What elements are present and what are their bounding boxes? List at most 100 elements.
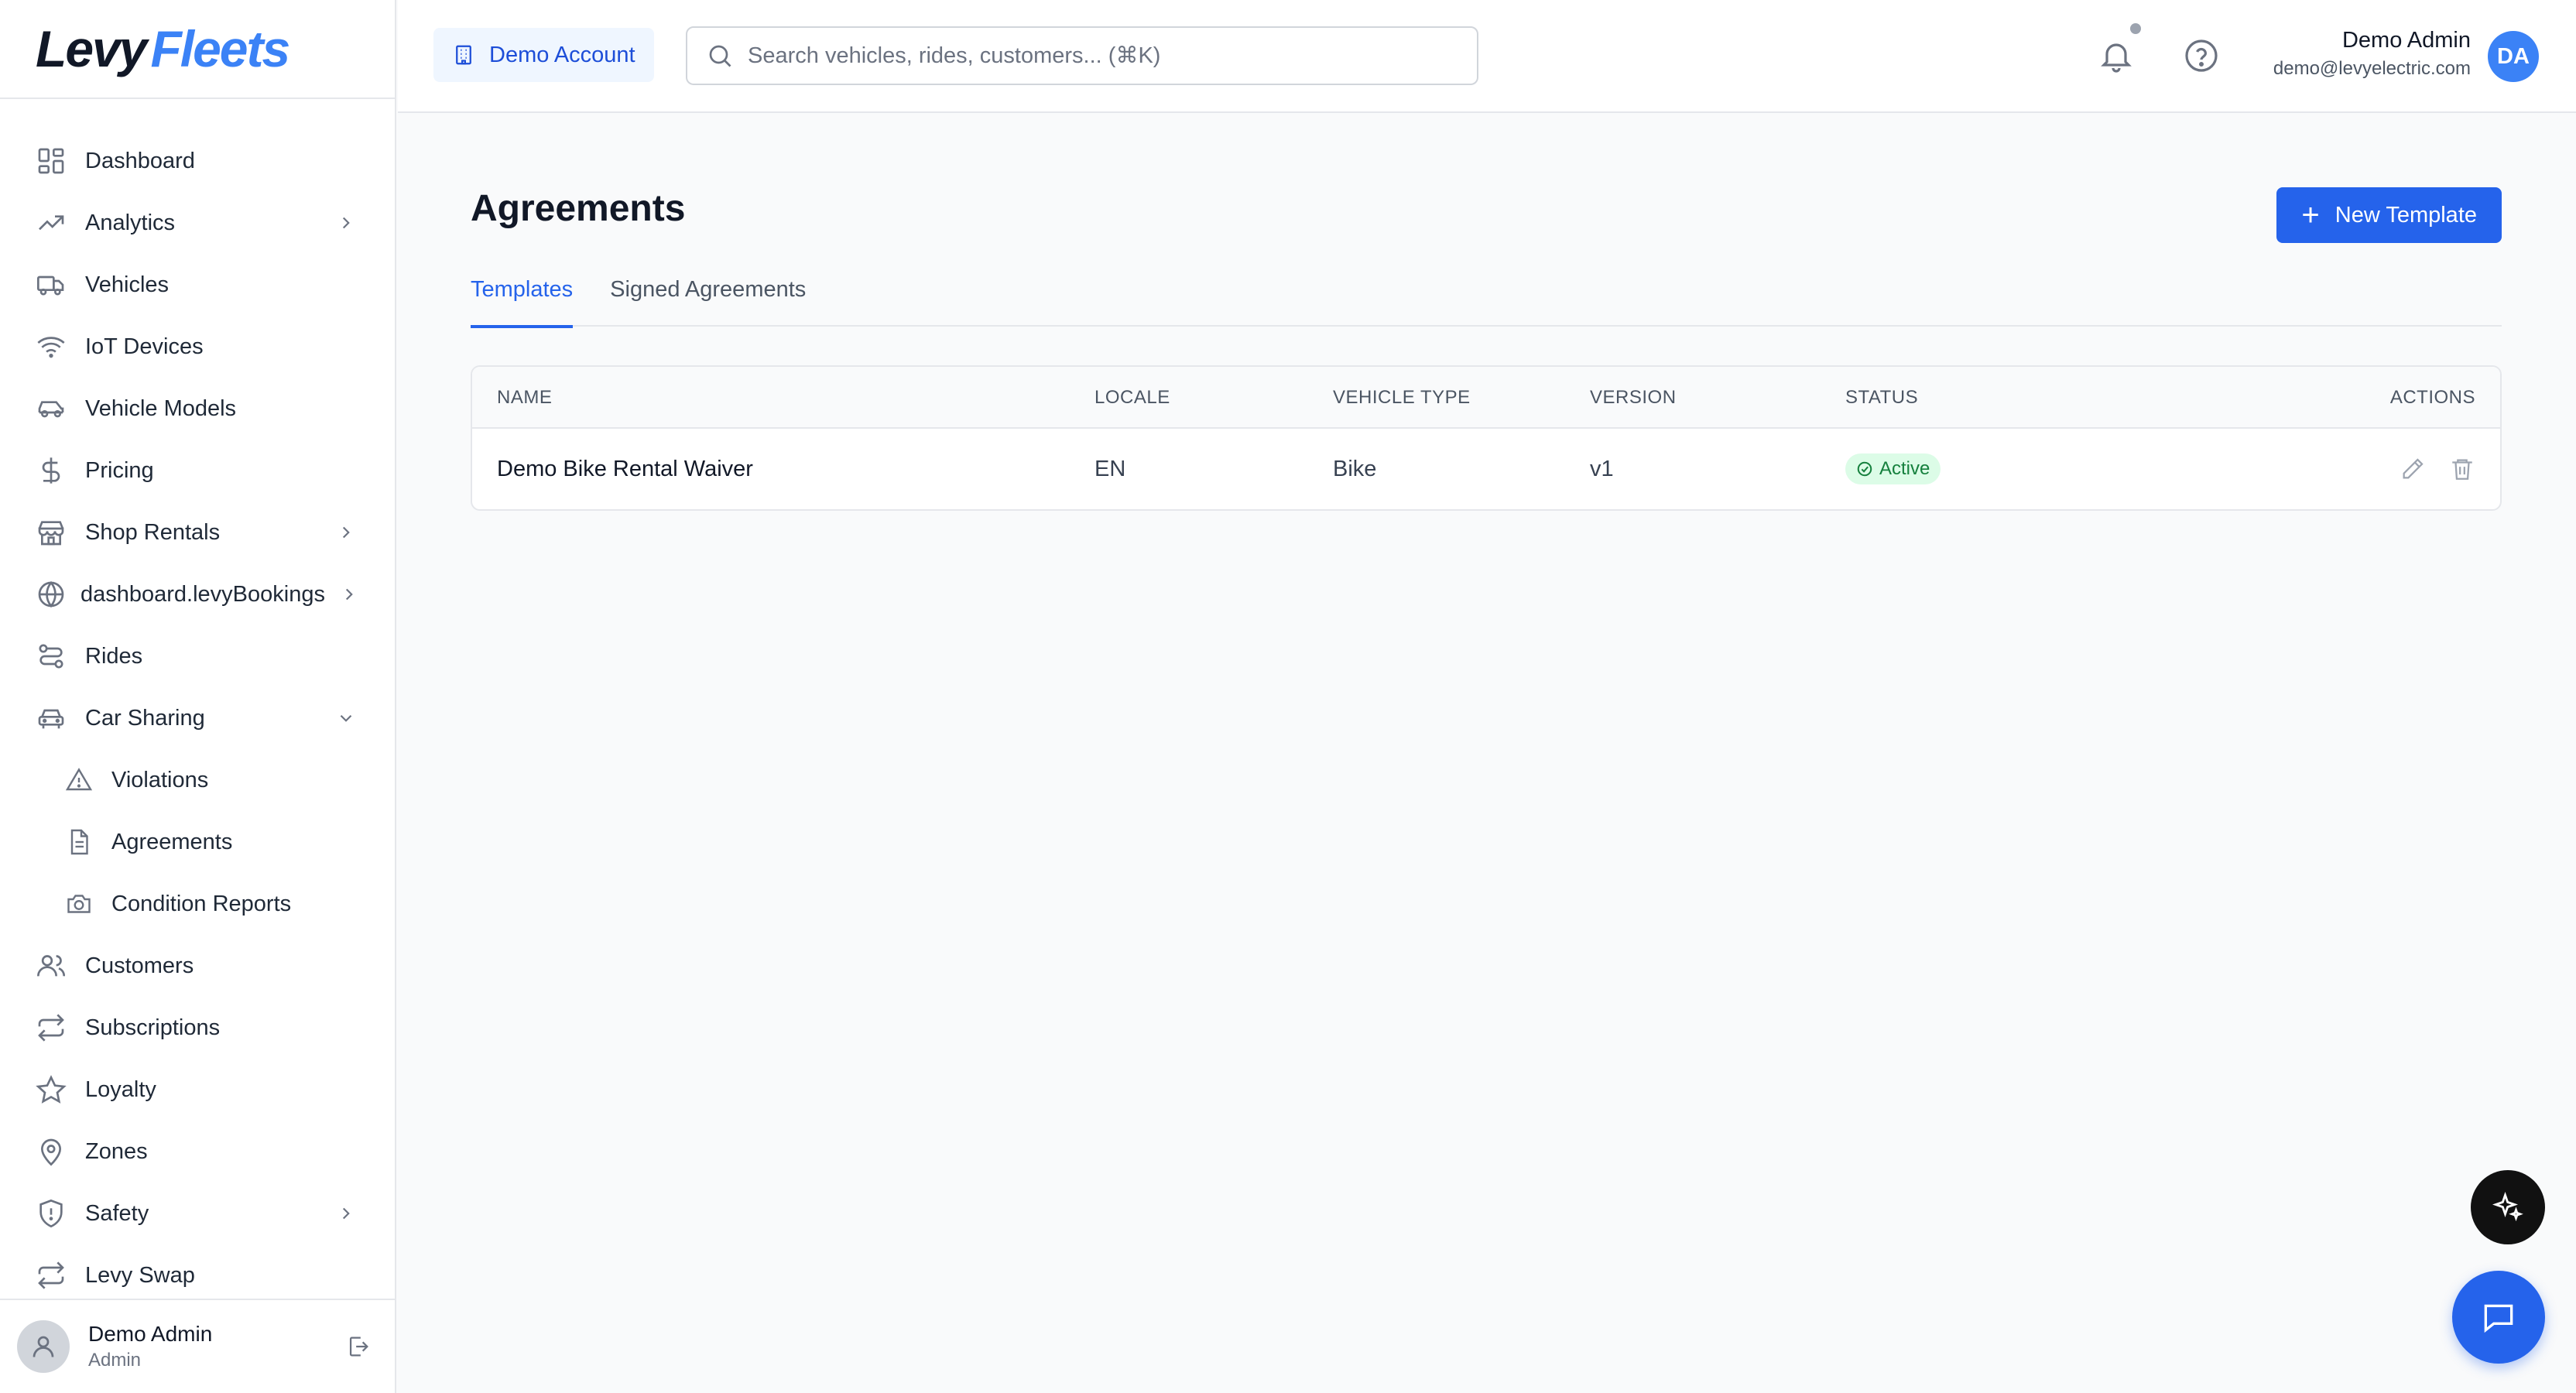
edit-icon[interactable] [2400, 456, 2426, 482]
sidebar-item-bookings[interactable]: dashboard.levyBookings [0, 563, 395, 625]
sparkles-icon [2492, 1191, 2523, 1222]
store-icon [36, 517, 67, 548]
sidebar-item-loyalty[interactable]: Loyalty [0, 1059, 395, 1121]
sidebar-item-label: Safety [85, 1200, 149, 1226]
sidebar-item-label: Vehicle Models [85, 395, 237, 421]
sidebar-item-safety[interactable]: Safety [0, 1183, 395, 1244]
sidebar-item-shop-rentals[interactable]: Shop Rentals [0, 501, 395, 563]
search-input[interactable] [748, 43, 1444, 69]
footer-user-name: Demo Admin [88, 1322, 213, 1346]
sidebar-nav: Dashboard Analytics Vehicles IoT Devices… [0, 130, 395, 1306]
user-icon [33, 1336, 54, 1357]
logo-area: LevyFleets [0, 0, 395, 99]
footer-user-role: Admin [88, 1350, 142, 1371]
route-icon [36, 641, 67, 672]
sidebar-item-label: Zones [85, 1138, 148, 1164]
sidebar-item-customers[interactable]: Customers [0, 935, 395, 997]
camera-icon [65, 890, 93, 918]
notifications-button[interactable] [2098, 23, 2141, 74]
sidebar-item-label: Pricing [85, 457, 154, 483]
sidebar-item-dashboard[interactable]: Dashboard [0, 130, 395, 192]
cell-vehicle-type: Bike [1333, 456, 1377, 481]
sidebar-item-iot-devices[interactable]: IoT Devices [0, 316, 395, 378]
sidebar-item-subscriptions[interactable]: Subscriptions [0, 997, 395, 1059]
users-icon [36, 950, 67, 981]
brand-logo[interactable]: LevyFleets [36, 20, 290, 77]
avatar[interactable] [17, 1320, 70, 1373]
sidebar-item-label: Customers [85, 953, 194, 978]
document-icon [65, 828, 93, 856]
sidebar-item-rides[interactable]: Rides [0, 625, 395, 687]
sidebar-item-analytics[interactable]: Analytics [0, 192, 395, 254]
sidebar-item-label: Dashboard [85, 148, 195, 173]
tab-templates[interactable]: Templates [471, 269, 574, 328]
sidebar: LevyFleets Dashboard Analytics Vehicles … [0, 0, 396, 1393]
sidebar-item-car-sharing[interactable]: Car Sharing [0, 687, 395, 749]
cell-status: Active [1845, 429, 1941, 509]
sidebar-item-pricing[interactable]: Pricing [0, 440, 395, 501]
tab-signed-agreements[interactable]: Signed Agreements [610, 269, 806, 327]
logout-icon[interactable] [345, 1333, 372, 1360]
logo-levy-text: Levy [36, 20, 147, 77]
star-icon [36, 1074, 67, 1105]
logo-fleets-text: Fleets [150, 20, 290, 77]
sidebar-item-label: Vehicles [85, 272, 170, 297]
cell-name: Demo Bike Rental Waiver [497, 456, 753, 481]
chevron-right-icon [336, 213, 356, 233]
column-header-status: STATUS [1845, 387, 1919, 408]
plus-icon: + [2301, 198, 2320, 232]
chat-support-button[interactable] [2452, 1271, 2545, 1364]
sidebar-item-zones[interactable]: Zones [0, 1121, 395, 1183]
footer-user-info: Demo Admin Admin [88, 1322, 212, 1371]
account-switcher-button[interactable]: Demo Account [433, 28, 654, 82]
shield-icon [36, 1198, 67, 1229]
avatar[interactable]: DA [2488, 31, 2539, 82]
header-user-name: Demo Admin [2341, 28, 2471, 53]
status-badge-label: Active [1879, 458, 1930, 479]
column-header-version: VERSION [1590, 387, 1677, 408]
sidebar-item-label: Shop Rentals [85, 519, 221, 545]
user-menu[interactable]: Demo Admin demo@levyelectric.com [2273, 28, 2471, 80]
column-header-locale: LOCALE [1094, 387, 1170, 408]
tab-bar: Templates Signed Agreements [471, 269, 2502, 328]
warning-triangle-icon [65, 766, 93, 794]
dollar-icon [36, 455, 67, 486]
sidebar-item-vehicle-models[interactable]: Vehicle Models [0, 378, 395, 440]
table-header: NAME LOCALE VEHICLE TYPE VERSION STATUS … [472, 367, 2500, 429]
sidebar-item-violations[interactable]: Violations [0, 749, 395, 811]
top-header: Demo Account Demo Admin demo@levyelectri… [398, 0, 2576, 113]
chevron-right-icon [336, 1203, 356, 1224]
sidebar-user-footer: Demo Admin Admin [0, 1299, 395, 1393]
sidebar-item-condition-reports[interactable]: Condition Reports [0, 873, 395, 935]
page-title: Agreements [471, 188, 686, 229]
sidebar-item-label: Subscriptions [85, 1015, 221, 1040]
trash-icon[interactable] [2449, 456, 2475, 482]
help-circle-icon [2185, 39, 2218, 72]
bell-icon [2101, 43, 2132, 73]
sidebar-item-label: Analytics [85, 210, 176, 235]
table-row[interactable]: Demo Bike Rental Waiver EN Bike v1 Activ… [472, 429, 2500, 509]
sidebar-item-vehicles[interactable]: Vehicles [0, 254, 395, 316]
search-icon [706, 42, 734, 70]
repeat-icon [36, 1012, 67, 1043]
sidebar-item-label: Violations [111, 767, 209, 792]
chevron-right-icon [339, 584, 359, 604]
chevron-right-icon [336, 522, 356, 542]
ai-assistant-button[interactable] [2471, 1170, 2545, 1244]
sidebar-item-label: Car Sharing [85, 705, 205, 731]
repeat-icon [36, 1260, 67, 1291]
sidebar-item-agreements[interactable]: Agreements [0, 811, 395, 873]
check-circle-icon [1856, 460, 1873, 477]
sidebar-item-levy-swap[interactable]: Levy Swap [0, 1244, 395, 1306]
chevron-down-icon [336, 708, 356, 728]
map-pin-icon [36, 1136, 67, 1167]
car-icon [36, 393, 67, 424]
cell-actions [2376, 429, 2475, 509]
global-search[interactable] [686, 26, 1478, 85]
wifi-icon [36, 331, 67, 362]
new-template-button[interactable]: + New Template [2276, 187, 2502, 243]
globe-icon [36, 579, 67, 610]
help-button[interactable] [2183, 37, 2220, 74]
sidebar-item-label: IoT Devices [85, 334, 204, 359]
sidebar-item-label: Loyalty [85, 1076, 156, 1102]
